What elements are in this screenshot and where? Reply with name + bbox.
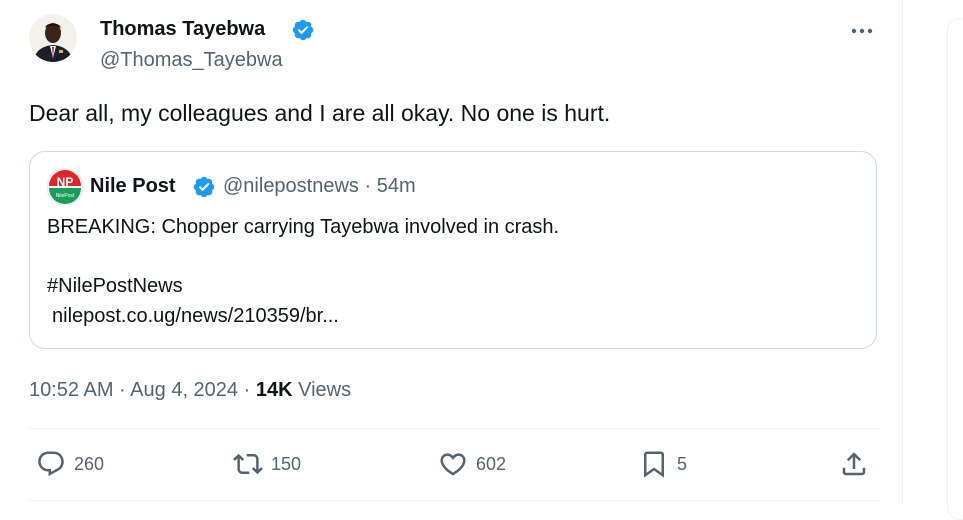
verified-icon[interactable]	[291, 18, 315, 42]
reply-button[interactable]: 260	[36, 446, 104, 482]
like-count: 602	[476, 453, 507, 474]
nilepost-logo: NP NilePost	[46, 168, 84, 206]
views-label: Views	[292, 379, 352, 401]
more-icon[interactable]	[847, 16, 877, 46]
divider	[29, 500, 877, 501]
like-icon	[440, 453, 466, 476]
sidebar-panel-edge	[947, 18, 963, 520]
quote-hashtag[interactable]: #NilePostNews	[47, 273, 183, 299]
quote-tweet-card[interactable]: NP NilePost Nile Post @nilepostnews · 54…	[29, 151, 877, 349]
tweet-text: Dear all, my colleagues and I are all ok…	[29, 100, 611, 126]
author-name[interactable]: Thomas Tayebwa	[100, 17, 265, 41]
repost-icon	[233, 453, 263, 475]
bookmark-button[interactable]: 5	[639, 446, 687, 482]
author-handle[interactable]: @Thomas_Tayebwa	[100, 47, 283, 73]
share-button[interactable]	[839, 446, 869, 482]
share-icon	[842, 452, 866, 476]
like-button[interactable]: 602	[438, 446, 506, 482]
tweet-timestamp[interactable]: 10:52 AM · Aug 4, 2024 ·	[29, 379, 256, 401]
author-avatar[interactable]	[29, 14, 77, 62]
verified-icon	[193, 176, 215, 198]
quote-handle-time: @nilepostnews · 54m	[223, 175, 416, 197]
bookmark-count: 5	[677, 453, 688, 474]
reply-count: 260	[74, 453, 105, 474]
divider	[29, 428, 877, 429]
right-sidebar	[903, 0, 963, 520]
repost-button[interactable]: 150	[233, 446, 301, 482]
quote-link[interactable]: nilepost.co.ug/news/210359/br...	[52, 303, 339, 329]
quote-author-name: Nile Post	[90, 175, 176, 197]
views-count: 14K	[255, 379, 293, 401]
tweet-column: Thomas Tayebwa @Thomas_Tayebwa Dear all,…	[0, 0, 903, 505]
bookmark-icon	[644, 451, 664, 478]
reply-icon	[38, 451, 64, 477]
repost-count: 150	[271, 453, 302, 474]
svg-text:NP: NP	[57, 175, 74, 189]
svg-text:NilePost: NilePost	[56, 193, 75, 199]
quote-text: BREAKING: Chopper carrying Tayebwa invol…	[47, 216, 560, 238]
tweet-timestamp-row: 10:52 AM · Aug 4, 2024 · 14K Views	[29, 377, 351, 403]
